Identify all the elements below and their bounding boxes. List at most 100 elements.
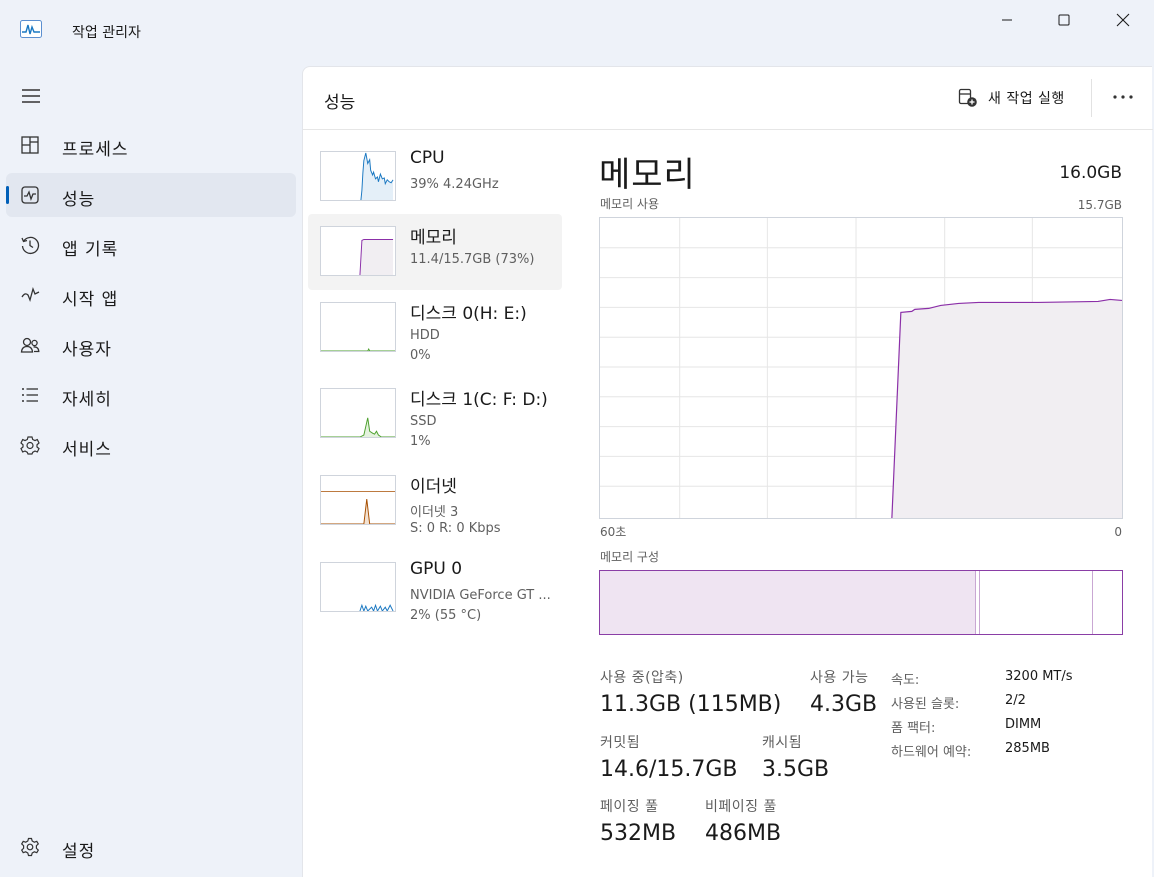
prop-speed-label: 속도: bbox=[891, 673, 920, 688]
graph-axis-left-label: 60초 bbox=[600, 525, 627, 539]
stat-paged-pool-value: 532MB bbox=[600, 821, 677, 846]
composition-in-use-segment bbox=[600, 571, 976, 634]
close-button[interactable] bbox=[1094, 0, 1152, 40]
details-icon bbox=[22, 388, 38, 402]
stat-nonpaged-pool-label: 비페이징 풀 bbox=[705, 799, 777, 815]
detail-total-memory: 16.0GB bbox=[1059, 163, 1122, 183]
processes-icon bbox=[21, 136, 39, 154]
device-name-ethernet: 이더넷 bbox=[410, 477, 457, 497]
disk0-thumbnail-graph bbox=[320, 302, 396, 352]
prop-slots-label: 사용된 슬롯: bbox=[891, 697, 960, 712]
memory-composition-bar bbox=[599, 570, 1123, 635]
stat-cached-value: 3.5GB bbox=[762, 757, 830, 782]
stat-paged-pool-label: 페이징 풀 bbox=[600, 799, 659, 815]
device-item-gpu[interactable]: GPU 0 NVIDIA GeForce GT ... 2% (55 °C) bbox=[308, 550, 562, 626]
device-info-memory: 11.4/15.7GB (73%) bbox=[410, 252, 535, 267]
device-throughput-ethernet: S: 0 R: 0 Kbps bbox=[410, 521, 501, 536]
nav-item-details[interactable]: 자세히 bbox=[6, 373, 296, 417]
hamburger-menu-icon[interactable] bbox=[20, 86, 42, 106]
nav-label-processes: 프로세스 bbox=[62, 140, 129, 160]
nav-item-startup-apps[interactable]: 시작 앱 bbox=[6, 273, 296, 317]
page-title: 성능 bbox=[324, 93, 356, 113]
prop-form-factor-value: DIMM bbox=[1005, 717, 1042, 732]
memory-usage-label: 메모리 사용 bbox=[600, 197, 660, 211]
device-name-cpu: CPU bbox=[410, 148, 445, 168]
device-name-disk1: 디스크 1(C: F: D:) bbox=[410, 390, 548, 410]
more-options-icon[interactable] bbox=[1111, 87, 1135, 107]
main-content: 성능 새 작업 실행 CPU 39% 4.24GHz 메모리 11.4/15.7… bbox=[302, 66, 1153, 877]
memory-composition-label: 메모리 구성 bbox=[600, 550, 660, 564]
composition-standby-segment bbox=[980, 571, 1094, 634]
device-usage-gpu: 2% (55 °C) bbox=[410, 608, 482, 623]
nav-label-services: 서비스 bbox=[62, 440, 112, 460]
nav-label-users: 사용자 bbox=[62, 340, 112, 360]
content-header: 성능 새 작업 실행 bbox=[303, 67, 1153, 130]
graph-axis-right-label: 0 bbox=[1114, 525, 1122, 539]
detail-title: 메모리 bbox=[599, 155, 696, 195]
device-item-disk0[interactable]: 디스크 0(H: E:) HDD 0% bbox=[308, 290, 562, 366]
device-name-gpu: GPU 0 bbox=[410, 559, 463, 579]
device-model-gpu: NVIDIA GeForce GT ... bbox=[410, 588, 551, 603]
nav-label-details: 자세히 bbox=[62, 390, 112, 410]
nav-item-settings[interactable]: 설정 bbox=[6, 825, 296, 869]
device-item-disk1[interactable]: 디스크 1(C: F: D:) SSD 1% bbox=[308, 376, 562, 452]
device-name-disk0: 디스크 0(H: E:) bbox=[410, 304, 527, 324]
new-task-icon bbox=[958, 88, 977, 107]
nav-item-processes[interactable]: 프로세스 bbox=[6, 123, 296, 167]
services-icon bbox=[20, 436, 40, 455]
device-item-ethernet[interactable]: 이더넷 이더넷 3 S: 0 R: 0 Kbps bbox=[308, 463, 562, 539]
nav-item-services[interactable]: 서비스 bbox=[6, 423, 296, 467]
stat-available-value: 4.3GB bbox=[810, 692, 878, 717]
prop-slots-value: 2/2 bbox=[1005, 693, 1026, 708]
app-title: 작업 관리자 bbox=[72, 25, 141, 41]
nav-label-app-history: 앱 기록 bbox=[62, 240, 119, 260]
stat-in-use-label: 사용 중(압축) bbox=[600, 670, 684, 686]
nav-item-users[interactable]: 사용자 bbox=[6, 323, 296, 367]
run-new-task-button[interactable]: 새 작업 실행 bbox=[958, 86, 1065, 110]
title-bar: 작업 관리자 bbox=[0, 0, 1154, 62]
app-history-icon bbox=[21, 236, 40, 255]
startup-apps-icon bbox=[21, 286, 40, 303]
maximize-button[interactable] bbox=[1035, 0, 1093, 40]
stat-available-label: 사용 가능 bbox=[810, 670, 869, 686]
prop-speed-value: 3200 MT/s bbox=[1005, 669, 1073, 684]
nav-item-app-history[interactable]: 앱 기록 bbox=[6, 223, 296, 267]
gpu-thumbnail-graph bbox=[320, 562, 396, 612]
active-indicator bbox=[6, 186, 9, 204]
run-new-task-label: 새 작업 실행 bbox=[988, 91, 1065, 107]
performance-icon bbox=[21, 186, 39, 204]
ethernet-thumbnail-graph bbox=[320, 475, 396, 525]
disk1-thumbnail-graph bbox=[320, 388, 396, 438]
stat-nonpaged-pool-value: 486MB bbox=[705, 821, 782, 846]
device-usage-disk0: 0% bbox=[410, 348, 431, 363]
users-icon bbox=[20, 337, 40, 353]
cpu-thumbnail-graph bbox=[320, 151, 396, 201]
stat-committed-value: 14.6/15.7GB bbox=[600, 757, 738, 782]
minimize-icon bbox=[1002, 19, 1012, 21]
prop-form-factor-label: 폼 팩터: bbox=[891, 721, 936, 736]
device-item-memory[interactable]: 메모리 11.4/15.7GB (73%) bbox=[308, 214, 562, 290]
stat-cached-label: 캐시됨 bbox=[762, 735, 803, 751]
memory-usage-graph bbox=[599, 217, 1123, 519]
device-usage-disk1: 1% bbox=[410, 434, 431, 449]
maximize-icon bbox=[1058, 14, 1070, 26]
settings-icon bbox=[20, 837, 40, 857]
nav-label-settings: 설정 bbox=[62, 842, 96, 862]
stat-committed-label: 커밋됨 bbox=[600, 735, 641, 751]
device-type-disk1: SSD bbox=[410, 414, 437, 429]
memory-thumbnail-graph bbox=[320, 226, 396, 276]
device-type-disk0: HDD bbox=[410, 328, 440, 343]
minimize-button[interactable] bbox=[978, 0, 1036, 40]
header-divider bbox=[1091, 79, 1092, 117]
device-item-cpu[interactable]: CPU 39% 4.24GHz bbox=[308, 139, 562, 215]
sidebar: 프로세스 성능 앱 기록 시작 앱 사용자 자세히 서비스 설정 bbox=[0, 62, 302, 877]
memory-usage-max: 15.7GB bbox=[1077, 198, 1122, 212]
nav-label-startup-apps: 시작 앱 bbox=[62, 290, 119, 310]
close-icon bbox=[1116, 13, 1130, 27]
device-name-memory: 메모리 bbox=[410, 228, 457, 248]
task-manager-icon bbox=[20, 20, 42, 38]
device-adapter-ethernet: 이더넷 3 bbox=[410, 505, 459, 520]
prop-hw-reserved-value: 285MB bbox=[1005, 741, 1050, 756]
nav-item-performance[interactable]: 성능 bbox=[6, 173, 296, 217]
nav-label-performance: 성능 bbox=[62, 190, 96, 210]
